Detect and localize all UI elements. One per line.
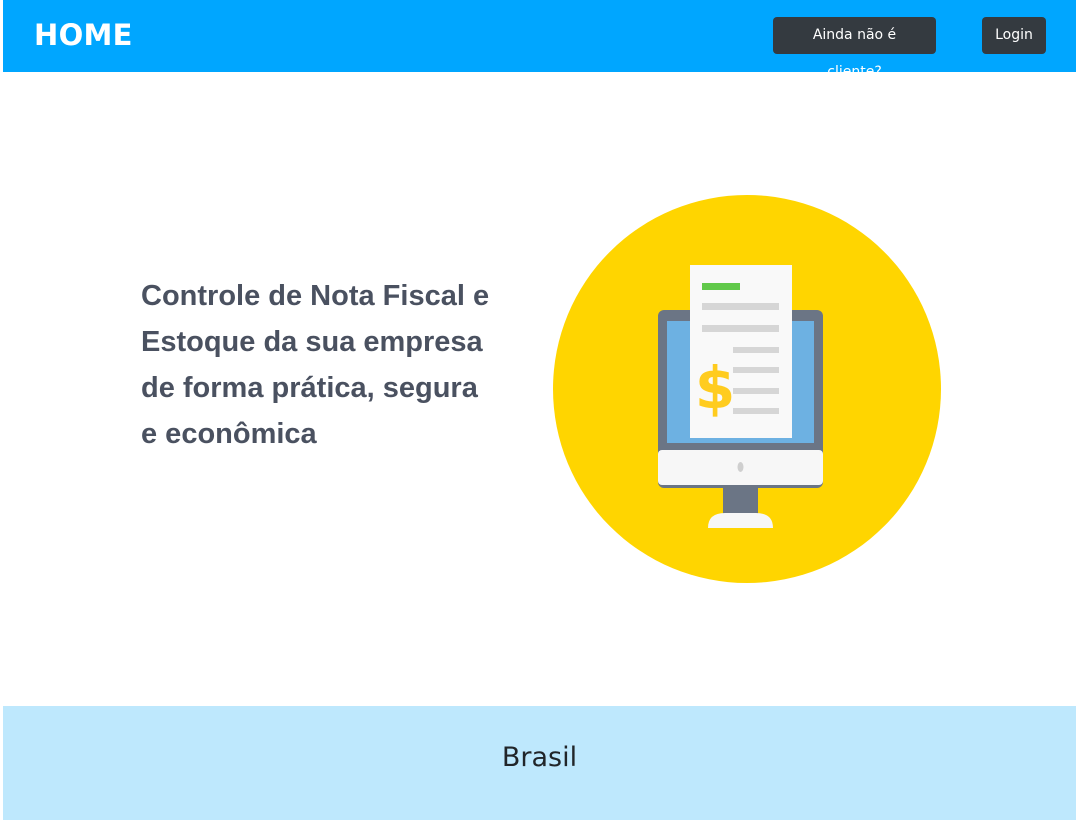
hero-headline: Controle de Nota Fiscal e Estoque da sua… bbox=[141, 273, 531, 457]
navbar: HOME Ainda não é cliente? Login bbox=[3, 0, 1076, 80]
invoice-monitor-icon: $ bbox=[553, 195, 941, 583]
hero-headline-line: e econômica bbox=[141, 418, 317, 450]
hero-headline-line: Controle de Nota Fiscal e bbox=[141, 280, 490, 312]
home-brand-link[interactable]: HOME bbox=[34, 18, 133, 52]
monitor-base-icon bbox=[708, 513, 773, 528]
monitor-stand-icon bbox=[723, 485, 758, 515]
hero-headline-line: Estoque da sua empresa bbox=[141, 326, 483, 358]
footer: Brasil bbox=[3, 706, 1076, 820]
hero-headline-line: de forma prática, segura bbox=[141, 372, 478, 404]
dollar-sign-icon: $ bbox=[695, 354, 735, 422]
login-button[interactable]: Login bbox=[982, 17, 1046, 54]
footer-country: Brasil bbox=[501, 742, 578, 773]
signup-button[interactable]: Ainda não é cliente? bbox=[773, 17, 936, 80]
